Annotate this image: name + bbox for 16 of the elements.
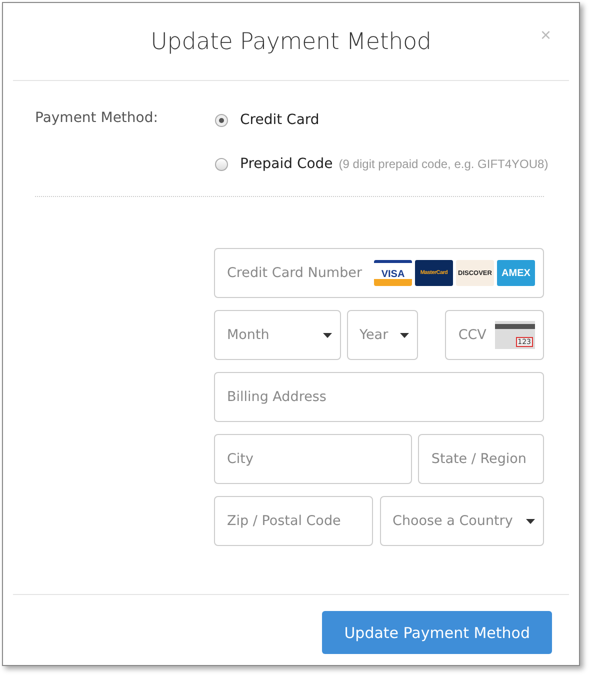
- select-field[interactable]: Year: [346, 310, 418, 360]
- submit-button[interactable]: Update Payment Method: [322, 611, 552, 654]
- close-button[interactable]: ×: [540, 25, 551, 46]
- input-field[interactable]: State / Region: [418, 434, 544, 484]
- input-field[interactable]: City: [214, 434, 412, 484]
- dialog-title: Update Payment Method: [150, 28, 432, 54]
- field-label: Payment Method:: [35, 110, 159, 128]
- select-field[interactable]: Month: [214, 310, 341, 360]
- card-logo-icon: AMEX: [497, 260, 535, 286]
- radio-label[interactable]: Credit Card: [240, 112, 320, 128]
- hint-text: (9 digit prepaid code, e.g. GIFT4YOU8): [338, 157, 548, 171]
- select-field[interactable]: Choose a Country: [380, 496, 544, 546]
- input-field[interactable]: Zip / Postal Code: [214, 496, 373, 546]
- input-field[interactable]: Billing Address: [214, 372, 544, 422]
- radio-label[interactable]: Prepaid Code: [240, 156, 333, 172]
- card-logo-icon: VISA: [374, 260, 412, 286]
